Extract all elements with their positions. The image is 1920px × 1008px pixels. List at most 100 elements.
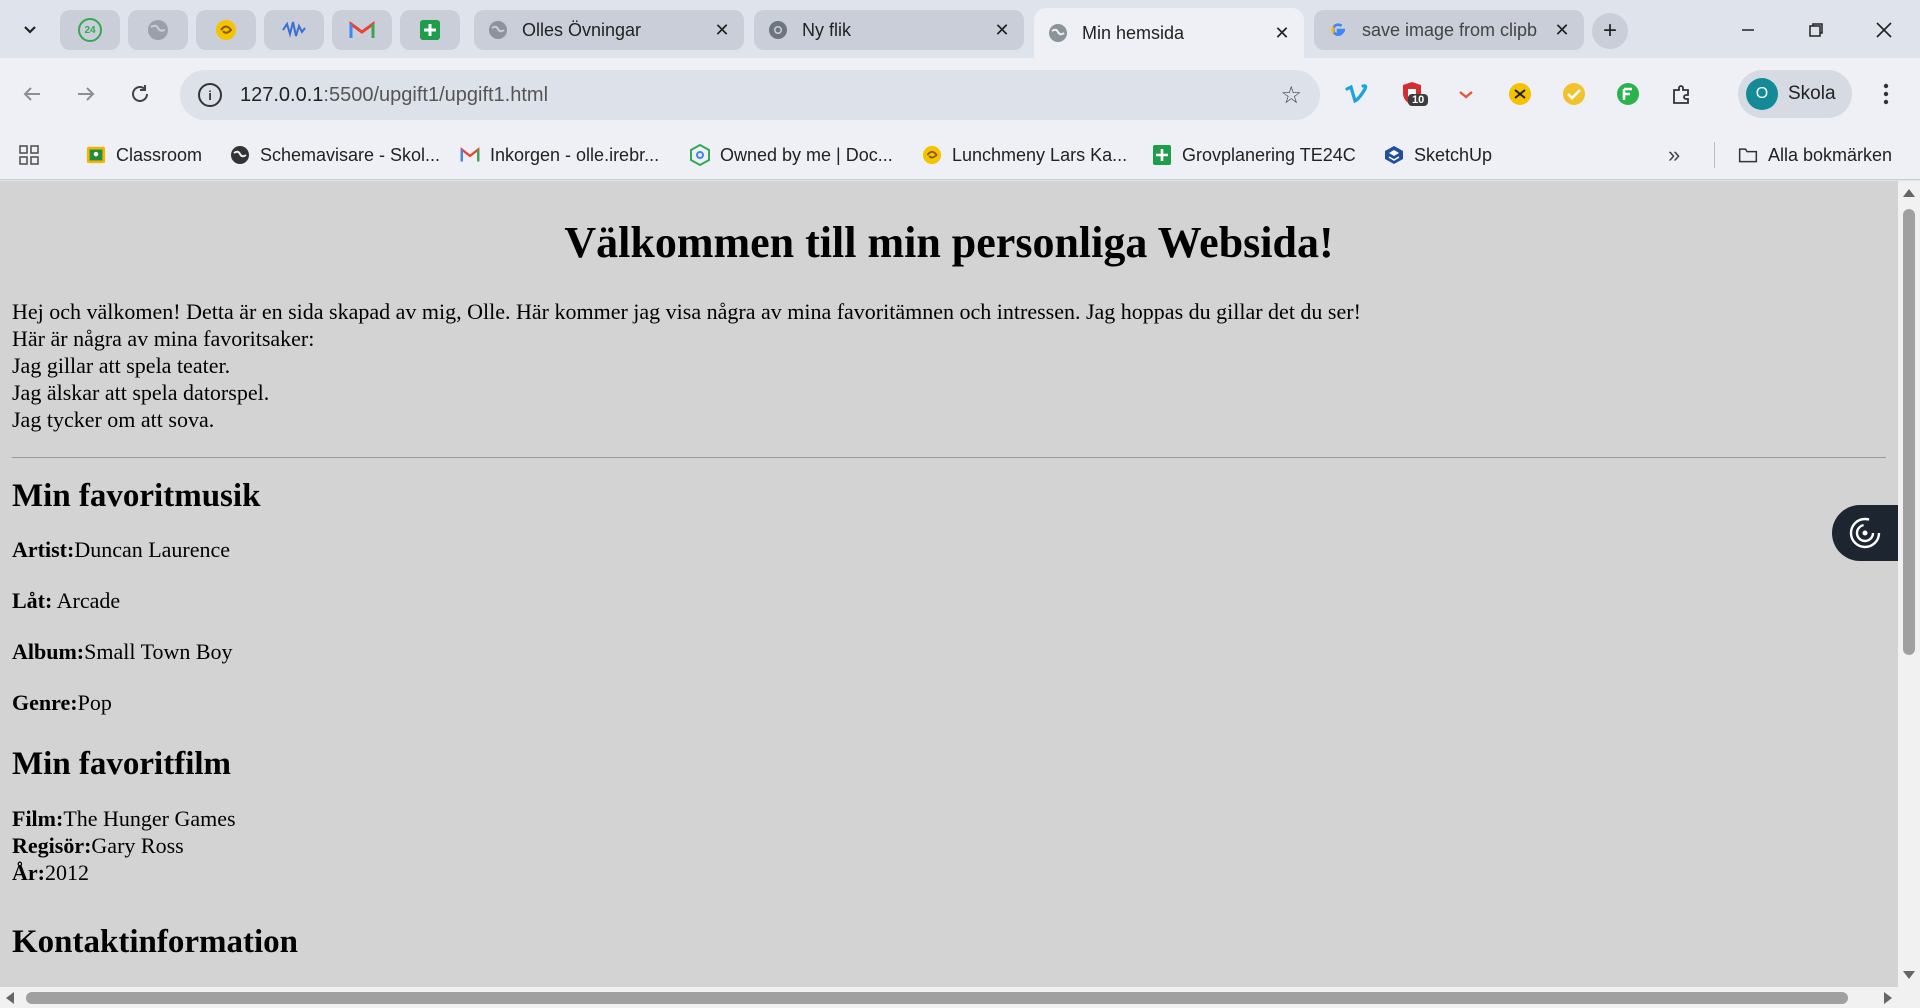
forward-button[interactable] bbox=[66, 74, 106, 114]
pinned-tab-sheets[interactable] bbox=[400, 10, 460, 50]
globe-icon bbox=[148, 20, 168, 40]
music-heading: Min favoritmusik bbox=[12, 478, 261, 514]
film-year: År:2012 bbox=[12, 859, 1886, 886]
pinned-tab-globe[interactable] bbox=[128, 10, 188, 50]
bookmark-label: Schemavisare - Skol... bbox=[260, 144, 441, 165]
field-label: Regisör: bbox=[12, 833, 92, 858]
minimize-icon bbox=[1742, 29, 1754, 31]
extensions-menu-button[interactable] bbox=[1668, 80, 1696, 108]
tab-title: Ny flik bbox=[802, 19, 851, 40]
chrome-icon bbox=[768, 20, 788, 40]
tab-strip: 24 Olles Övningar ✕ Ny flik ✕ Min hemsid… bbox=[0, 0, 1920, 58]
tab-title: save image from clipb bbox=[1362, 19, 1538, 40]
scroll-up-arrow-icon[interactable] bbox=[1903, 189, 1915, 197]
google-icon bbox=[1328, 20, 1348, 40]
favorite-item: Jag älskar att spela datorspel. bbox=[12, 380, 270, 405]
intro-text: Hej och välkomen! Detta är en sida skapa… bbox=[12, 299, 1361, 324]
globe-icon bbox=[488, 20, 508, 40]
tab-min-hemsida[interactable]: Min hemsida ✕ bbox=[1034, 8, 1304, 58]
field-value: Pop bbox=[77, 690, 112, 715]
field-label: Film: bbox=[12, 806, 64, 831]
pocket-icon bbox=[1459, 91, 1473, 99]
pinned-tab-gmail[interactable] bbox=[332, 10, 392, 50]
close-window-button[interactable] bbox=[1856, 10, 1912, 50]
horizontal-scroll-thumb[interactable] bbox=[26, 992, 1848, 1004]
apps-button[interactable] bbox=[18, 140, 40, 170]
adblock-extension[interactable]: 10 bbox=[1398, 80, 1429, 108]
restore-icon bbox=[1809, 23, 1823, 37]
vertical-scrollbar[interactable] bbox=[1898, 181, 1920, 987]
restore-button[interactable] bbox=[1788, 10, 1844, 50]
bookmark-label: Lunchmeny Lars Ka... bbox=[952, 144, 1128, 165]
new-tab-button[interactable]: + bbox=[1592, 13, 1628, 49]
bookmark-classroom[interactable]: Classroom bbox=[86, 140, 202, 170]
bookmark-lunchmeny[interactable]: Lunchmeny Lars Ka... bbox=[922, 140, 1127, 170]
field-label: Album: bbox=[12, 639, 85, 664]
bookmark-sketchup[interactable]: SketchUp bbox=[1384, 140, 1492, 170]
close-icon[interactable]: ✕ bbox=[710, 18, 734, 42]
bookmark-star-icon[interactable]: ☆ bbox=[1280, 81, 1302, 110]
plus-icon: + bbox=[1602, 17, 1617, 44]
favorites-intro: Här är några av mina favoritsaker: bbox=[12, 326, 315, 351]
tab-google-search[interactable]: save image from clipb ✕ bbox=[1314, 10, 1584, 50]
all-bookmarks-button[interactable]: Alla bokmärken bbox=[1738, 140, 1892, 170]
arrow-right-icon bbox=[78, 87, 95, 101]
waveform-icon bbox=[282, 21, 306, 38]
url-host: 127.0.0.1 bbox=[240, 83, 324, 106]
vertical-scroll-thumb[interactable] bbox=[1903, 209, 1915, 655]
field-label: Artist: bbox=[12, 537, 75, 562]
bookmark-label: SketchUp bbox=[1414, 144, 1493, 165]
browser-toolbar: i 127.0.0.1:5500/upgift1/upgift1.html ☆ … bbox=[0, 58, 1920, 130]
url-text[interactable]: 127.0.0.1:5500/upgift1/upgift1.html bbox=[240, 84, 1280, 107]
puzzle-icon bbox=[1673, 85, 1689, 104]
check-extension[interactable] bbox=[1560, 80, 1588, 108]
pinned-tab-counter[interactable]: 24 bbox=[60, 10, 120, 50]
film-details: Film:The Hunger Games Regisör:Gary Ross … bbox=[12, 805, 1886, 886]
film-director: Regisör:Gary Ross bbox=[12, 832, 1886, 859]
field-value: 2012 bbox=[44, 860, 89, 885]
bookmark-schemavisare[interactable]: Schemavisare - Skol... bbox=[230, 140, 440, 170]
address-bar[interactable]: i 127.0.0.1:5500/upgift1/upgift1.html ☆ bbox=[180, 70, 1320, 120]
floating-assistant-button[interactable] bbox=[1832, 505, 1898, 561]
target-icon bbox=[1849, 517, 1881, 549]
profile-button[interactable]: O Skola bbox=[1738, 70, 1852, 118]
feedly-extension[interactable] bbox=[1614, 80, 1642, 108]
bookmarks-overflow-button[interactable]: » bbox=[1668, 140, 1680, 170]
film-title: Film:The Hunger Games bbox=[12, 805, 1886, 832]
tab-title: Min hemsida bbox=[1082, 22, 1185, 43]
close-icon[interactable]: ✕ bbox=[1270, 21, 1294, 45]
vimeo-extension[interactable] bbox=[1344, 80, 1372, 108]
info-icon[interactable]: i bbox=[198, 83, 222, 107]
close-icon[interactable]: ✕ bbox=[1550, 18, 1574, 42]
favorite-item: Jag gillar att spela teater. bbox=[12, 353, 231, 378]
web-page: Välkommen till min personliga Websida! H… bbox=[0, 217, 1898, 961]
minimize-button[interactable] bbox=[1720, 10, 1776, 50]
browser-menu-button[interactable] bbox=[1866, 74, 1906, 114]
bookmark-owned-by-me[interactable]: Owned by me | Doc... bbox=[690, 140, 893, 170]
pocket-extension[interactable] bbox=[1452, 80, 1480, 108]
back-button[interactable] bbox=[12, 74, 52, 114]
bookmark-inkorgen[interactable]: Inkorgen - olle.irebr... bbox=[460, 140, 659, 170]
tab-ny-flik[interactable]: Ny flik ✕ bbox=[754, 10, 1024, 50]
lunch-icon bbox=[922, 145, 942, 165]
music-song: Låt: Arcade bbox=[12, 588, 1886, 614]
productivity-extension[interactable] bbox=[1506, 80, 1534, 108]
bookmark-grovplanering[interactable]: Grovplanering TE24C bbox=[1152, 140, 1356, 170]
classroom-icon bbox=[86, 145, 106, 165]
vimeo-icon bbox=[1345, 84, 1368, 104]
pinned-tab-lunch[interactable] bbox=[196, 10, 256, 50]
scroll-right-arrow-icon[interactable] bbox=[1884, 992, 1892, 1004]
section-divider bbox=[12, 457, 1886, 458]
scroll-left-arrow-icon[interactable] bbox=[6, 992, 14, 1004]
tab-olles-ovningar[interactable]: Olles Övningar ✕ bbox=[474, 10, 744, 50]
kebab-menu-icon bbox=[1883, 83, 1889, 105]
field-value: Duncan Laurence bbox=[74, 537, 231, 562]
tab-search-button[interactable] bbox=[10, 10, 50, 50]
close-icon[interactable]: ✕ bbox=[990, 18, 1014, 42]
scroll-down-arrow-icon[interactable] bbox=[1903, 971, 1915, 979]
pinned-tab-app[interactable] bbox=[264, 10, 324, 50]
horizontal-scrollbar[interactable] bbox=[0, 987, 1898, 1008]
bookmarks-bar: Classroom Schemavisare - Skol... Inkorge… bbox=[0, 130, 1920, 180]
reload-button[interactable] bbox=[120, 74, 160, 114]
tab-title: Olles Övningar bbox=[522, 19, 642, 40]
